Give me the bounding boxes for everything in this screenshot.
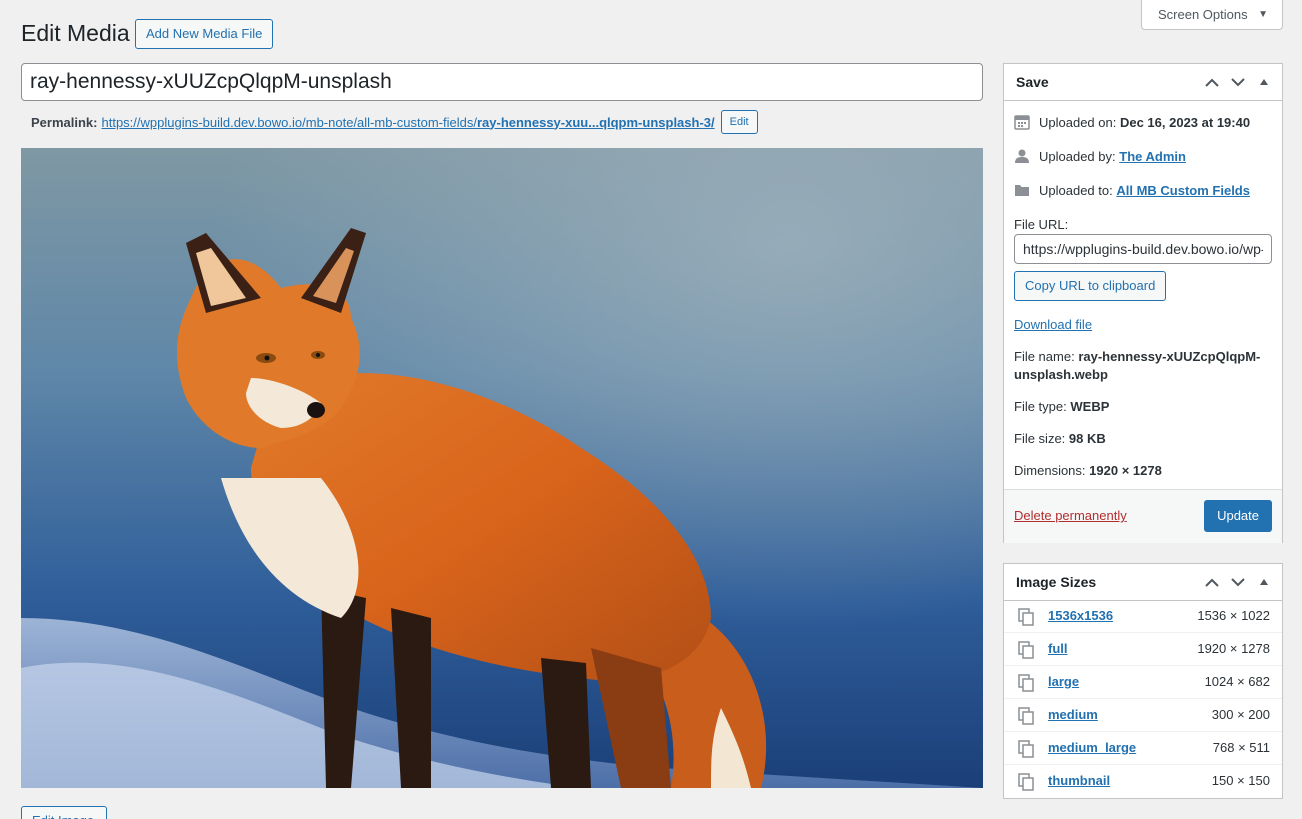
file-type-label: File type: bbox=[1014, 399, 1067, 414]
image-size-row: medium_large 768 × 511 bbox=[1004, 732, 1282, 765]
permalink: Permalink: https://wpplugins-build.dev.b… bbox=[31, 110, 758, 134]
dimensions-label: Dimensions: bbox=[1014, 463, 1086, 478]
page-title: Edit Media bbox=[21, 20, 130, 46]
file-name-label: File name: bbox=[1014, 349, 1075, 364]
image-size-link[interactable]: full bbox=[1048, 641, 1068, 656]
edit-image-button[interactable]: Edit Image bbox=[21, 806, 107, 819]
save-box: Save Uploaded on: Dec 16, 2023 at 19:40 … bbox=[1003, 63, 1283, 543]
uploaded-on-value: Dec 16, 2023 at 19:40 bbox=[1119, 114, 1251, 130]
file-size-value: 98 KB bbox=[1068, 431, 1106, 446]
file-url-label: File URL: bbox=[1014, 217, 1069, 232]
file-name-value-1: ray-hennessy-xUUZcpQlqpM- bbox=[1078, 349, 1261, 364]
file-size-label: File size: bbox=[1014, 431, 1066, 446]
image-sizes-header: Image Sizes bbox=[1004, 564, 1282, 601]
update-button[interactable]: Update bbox=[1204, 500, 1272, 532]
file-name-row: File name: ray-hennessy-xUUZcpQlqpM- uns… bbox=[1014, 348, 1276, 384]
chevron-down-icon[interactable] bbox=[1228, 77, 1248, 87]
image-size-dimensions: 768 × 511 bbox=[1212, 740, 1270, 755]
uploaded-by-link[interactable]: The Admin bbox=[1119, 149, 1186, 164]
image-size-link[interactable]: thumbnail bbox=[1048, 773, 1110, 788]
uploaded-to-link[interactable]: All MB Custom Fields bbox=[1116, 183, 1250, 198]
image-size-row: 1536x1536 1536 × 1022 bbox=[1004, 600, 1282, 633]
copy-icon[interactable] bbox=[1018, 773, 1034, 791]
media-image bbox=[21, 148, 983, 788]
download-file-link[interactable]: Download file bbox=[1014, 317, 1092, 332]
uploaded-to-label: Uploaded to: bbox=[1039, 182, 1113, 198]
image-sizes-box: Image Sizes 1536x1536 1536 × 1022 full 1… bbox=[1003, 563, 1283, 799]
copy-icon[interactable] bbox=[1018, 707, 1034, 725]
image-size-dimensions: 1024 × 682 bbox=[1204, 674, 1270, 689]
copy-icon[interactable] bbox=[1018, 608, 1034, 626]
permalink-label: Permalink: bbox=[31, 114, 98, 130]
image-size-dimensions: 1920 × 1278 bbox=[1197, 641, 1270, 656]
image-size-link[interactable]: medium bbox=[1048, 707, 1098, 722]
screen-options-label: Screen Options bbox=[1158, 7, 1248, 22]
add-new-media-button[interactable]: Add New Media File bbox=[135, 19, 274, 49]
image-size-dimensions: 300 × 200 bbox=[1211, 707, 1270, 722]
file-size-row: File size: 98 KB bbox=[1014, 430, 1276, 448]
chevron-down-icon[interactable] bbox=[1228, 577, 1248, 587]
image-size-row: large 1024 × 682 bbox=[1004, 666, 1282, 699]
save-box-title: Save bbox=[1016, 74, 1049, 90]
image-size-row: full 1920 × 1278 bbox=[1004, 633, 1282, 666]
folder-icon bbox=[1015, 185, 1029, 196]
save-box-header: Save bbox=[1004, 64, 1282, 101]
file-name-value-2: unsplash.webp bbox=[1014, 367, 1108, 382]
image-size-row: thumbnail 150 × 150 bbox=[1004, 765, 1282, 798]
chevron-up-icon[interactable] bbox=[1202, 578, 1222, 587]
image-size-link[interactable]: medium_large bbox=[1048, 740, 1136, 755]
file-type-row: File type: WEBP bbox=[1014, 398, 1276, 416]
image-size-row: medium 300 × 200 bbox=[1004, 699, 1282, 732]
image-sizes-title: Image Sizes bbox=[1016, 574, 1097, 590]
chevron-up-icon[interactable] bbox=[1202, 78, 1222, 87]
uploaded-on-row: Uploaded on: Dec 16, 2023 at 19:40 bbox=[1014, 114, 1250, 130]
calendar-icon bbox=[1014, 115, 1030, 130]
file-type-value: WEBP bbox=[1070, 399, 1110, 414]
image-size-link[interactable]: large bbox=[1048, 674, 1079, 689]
image-size-dimensions: 1536 × 1022 bbox=[1197, 608, 1270, 623]
user-icon bbox=[1015, 149, 1029, 163]
major-publishing-actions: Delete permanently Update bbox=[1004, 489, 1282, 543]
file-url-input[interactable] bbox=[1014, 234, 1272, 264]
screen-options-button[interactable]: Screen Options ▼ bbox=[1141, 0, 1283, 30]
toggle-arrow-icon[interactable] bbox=[1254, 578, 1274, 586]
copy-icon[interactable] bbox=[1018, 740, 1034, 758]
permalink-link[interactable]: https://wpplugins-build.dev.bowo.io/mb-n… bbox=[101, 115, 714, 130]
uploaded-on-label: Uploaded on: bbox=[1039, 114, 1117, 130]
dimensions-row: Dimensions: 1920 × 1278 bbox=[1014, 462, 1276, 480]
edit-slug-button[interactable]: Edit bbox=[720, 110, 758, 134]
image-size-link[interactable]: 1536x1536 bbox=[1048, 608, 1113, 623]
copy-icon[interactable] bbox=[1018, 674, 1034, 692]
copy-icon[interactable] bbox=[1018, 641, 1034, 659]
delete-permanently-link[interactable]: Delete permanently bbox=[1014, 508, 1127, 523]
title-input[interactable] bbox=[21, 63, 983, 101]
uploaded-by-row: Uploaded by: The Admin bbox=[1014, 148, 1186, 164]
uploaded-to-row: Uploaded to: All MB Custom Fields bbox=[1014, 182, 1250, 198]
caret-down-icon: ▼ bbox=[1258, 9, 1268, 20]
copy-url-button[interactable]: Copy URL to clipboard bbox=[1014, 271, 1167, 301]
uploaded-by-label: Uploaded by: bbox=[1039, 148, 1116, 164]
image-size-dimensions: 150 × 150 bbox=[1211, 773, 1270, 788]
dimensions-value: 1920 × 1278 bbox=[1089, 463, 1162, 478]
toggle-arrow-icon[interactable] bbox=[1254, 78, 1274, 86]
